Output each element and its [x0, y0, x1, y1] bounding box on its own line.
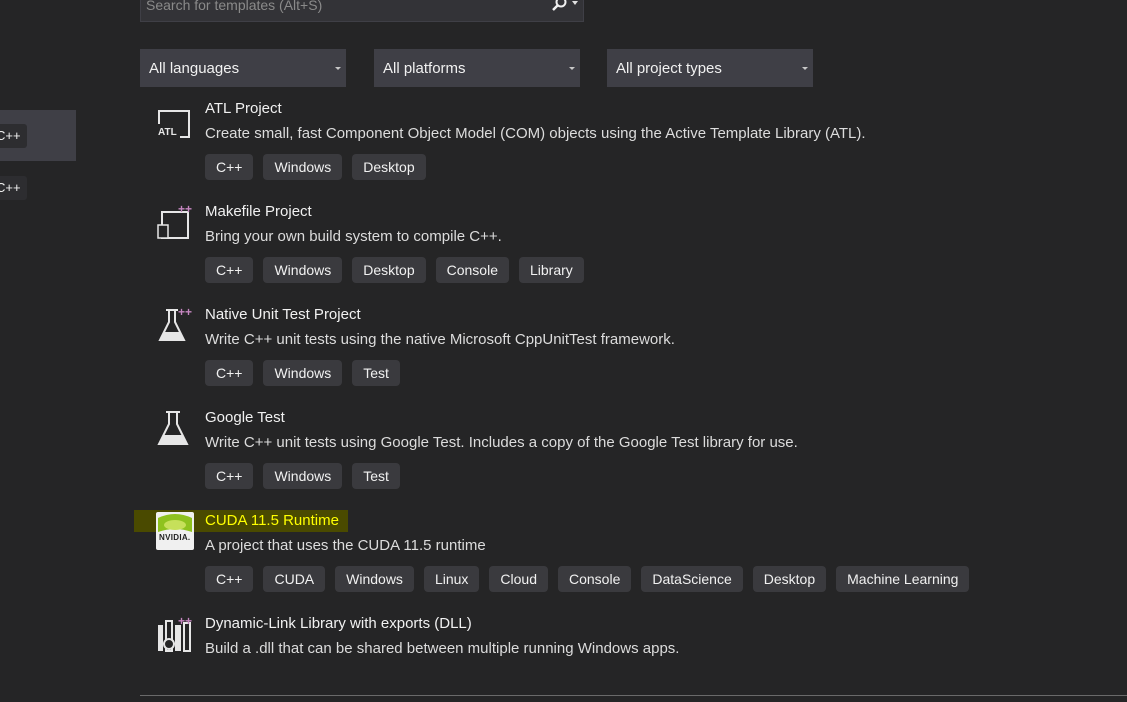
tag: Console — [558, 566, 632, 592]
template-description: Write C++ unit tests using the native Mi… — [205, 331, 675, 348]
template-tags: C++ CUDA Windows Linux Cloud Console Dat… — [205, 566, 970, 592]
nvidia-logo-icon: NVIDIA. — [156, 512, 194, 550]
template-item-cuda-runtime[interactable]: NVIDIA. CUDA 11.5 Runtime A project that… — [140, 510, 1127, 602]
tag: C++ — [205, 566, 254, 592]
template-description: Build a .dll that can be shared between … — [205, 640, 680, 657]
tag: C++ — [205, 360, 254, 386]
recent-template-tag: C++ — [0, 176, 27, 200]
tag: Desktop — [352, 154, 426, 180]
template-item-google-test[interactable]: Google Test Write C++ unit tests using G… — [140, 407, 1127, 499]
template-tags: C++ Windows Desktop Console Library — [205, 257, 584, 283]
makefile-project-icon: ++ — [157, 203, 192, 239]
recent-template-tag: C++ — [0, 124, 27, 148]
template-search-box[interactable]: Search for templates (Alt+S) — [140, 0, 584, 22]
tag: Windows — [263, 463, 343, 489]
search-placeholder: Search for templates (Alt+S) — [146, 0, 323, 13]
platform-filter-value: All platforms — [383, 60, 466, 77]
language-filter-value: All languages — [149, 60, 240, 77]
nvidia-logo-text: NVIDIA. — [159, 533, 191, 542]
template-name: Makefile Project — [205, 203, 312, 220]
test-flask-icon: ++ — [158, 306, 192, 341]
tag: Console — [435, 257, 509, 283]
tag: Test — [352, 463, 400, 489]
template-name: Dynamic-Link Library with exports (DLL) — [205, 615, 472, 632]
chevron-down-icon — [569, 67, 575, 70]
dll-library-icon: ++ — [158, 615, 192, 652]
tag: C++ — [205, 257, 254, 283]
svg-text:++: ++ — [178, 203, 192, 216]
tag: Cloud — [489, 566, 548, 592]
template-description: A project that uses the CUDA 11.5 runtim… — [205, 537, 486, 554]
tag: Windows — [263, 360, 343, 386]
template-description: Write C++ unit tests using Google Test. … — [205, 434, 798, 451]
tag: Library — [519, 257, 584, 283]
chevron-down-icon — [802, 67, 808, 70]
template-name: ATL Project — [205, 100, 282, 117]
svg-text:ATL: ATL — [158, 127, 177, 138]
search-icon[interactable] — [551, 0, 567, 12]
svg-text:++: ++ — [178, 306, 192, 319]
template-item-dll[interactable]: ++ Dynamic-Link Library with exports (DL… — [140, 613, 1127, 683]
tag: Test — [352, 360, 400, 386]
template-tags: C++ Windows Desktop — [205, 154, 426, 180]
template-name: Google Test — [205, 409, 285, 426]
list-bottom-divider — [140, 695, 1127, 696]
tag: Desktop — [352, 257, 426, 283]
tag: Windows — [263, 257, 343, 283]
template-tags: C++ Windows Test — [205, 463, 400, 489]
atl-project-icon: ATL — [156, 110, 190, 138]
template-name: CUDA 11.5 Runtime — [205, 512, 339, 529]
tag: Windows — [263, 154, 343, 180]
template-tags: C++ Windows Test — [205, 360, 400, 386]
svg-text:++: ++ — [178, 615, 192, 628]
tag: Desktop — [752, 566, 827, 592]
project-type-filter-dropdown[interactable]: All project types — [607, 49, 813, 87]
language-filter-dropdown[interactable]: All languages — [140, 49, 346, 87]
tag: DataScience — [641, 566, 743, 592]
tag: Machine Learning — [836, 566, 970, 592]
platform-filter-dropdown[interactable]: All platforms — [374, 49, 580, 87]
chevron-down-icon — [335, 67, 341, 70]
template-description: Create small, fast Component Object Mode… — [205, 125, 866, 142]
template-item-atl-project[interactable]: ATL ATL Project Create small, fast Compo… — [140, 98, 1127, 190]
template-item-native-unit-test[interactable]: ++ Native Unit Test Project Write C++ un… — [140, 304, 1127, 396]
tag: Windows — [335, 566, 414, 592]
tag: CUDA — [263, 566, 326, 592]
test-flask-icon — [157, 411, 189, 445]
tag: Linux — [423, 566, 480, 592]
template-item-makefile-project[interactable]: ++ Makefile Project Bring your own build… — [140, 201, 1127, 293]
project-type-filter-value: All project types — [616, 60, 722, 77]
template-name: Native Unit Test Project — [205, 306, 361, 323]
tag: C++ — [205, 154, 254, 180]
tag: C++ — [205, 463, 254, 489]
search-options-caret-icon[interactable] — [572, 1, 578, 5]
template-description: Bring your own build system to compile C… — [205, 228, 502, 245]
